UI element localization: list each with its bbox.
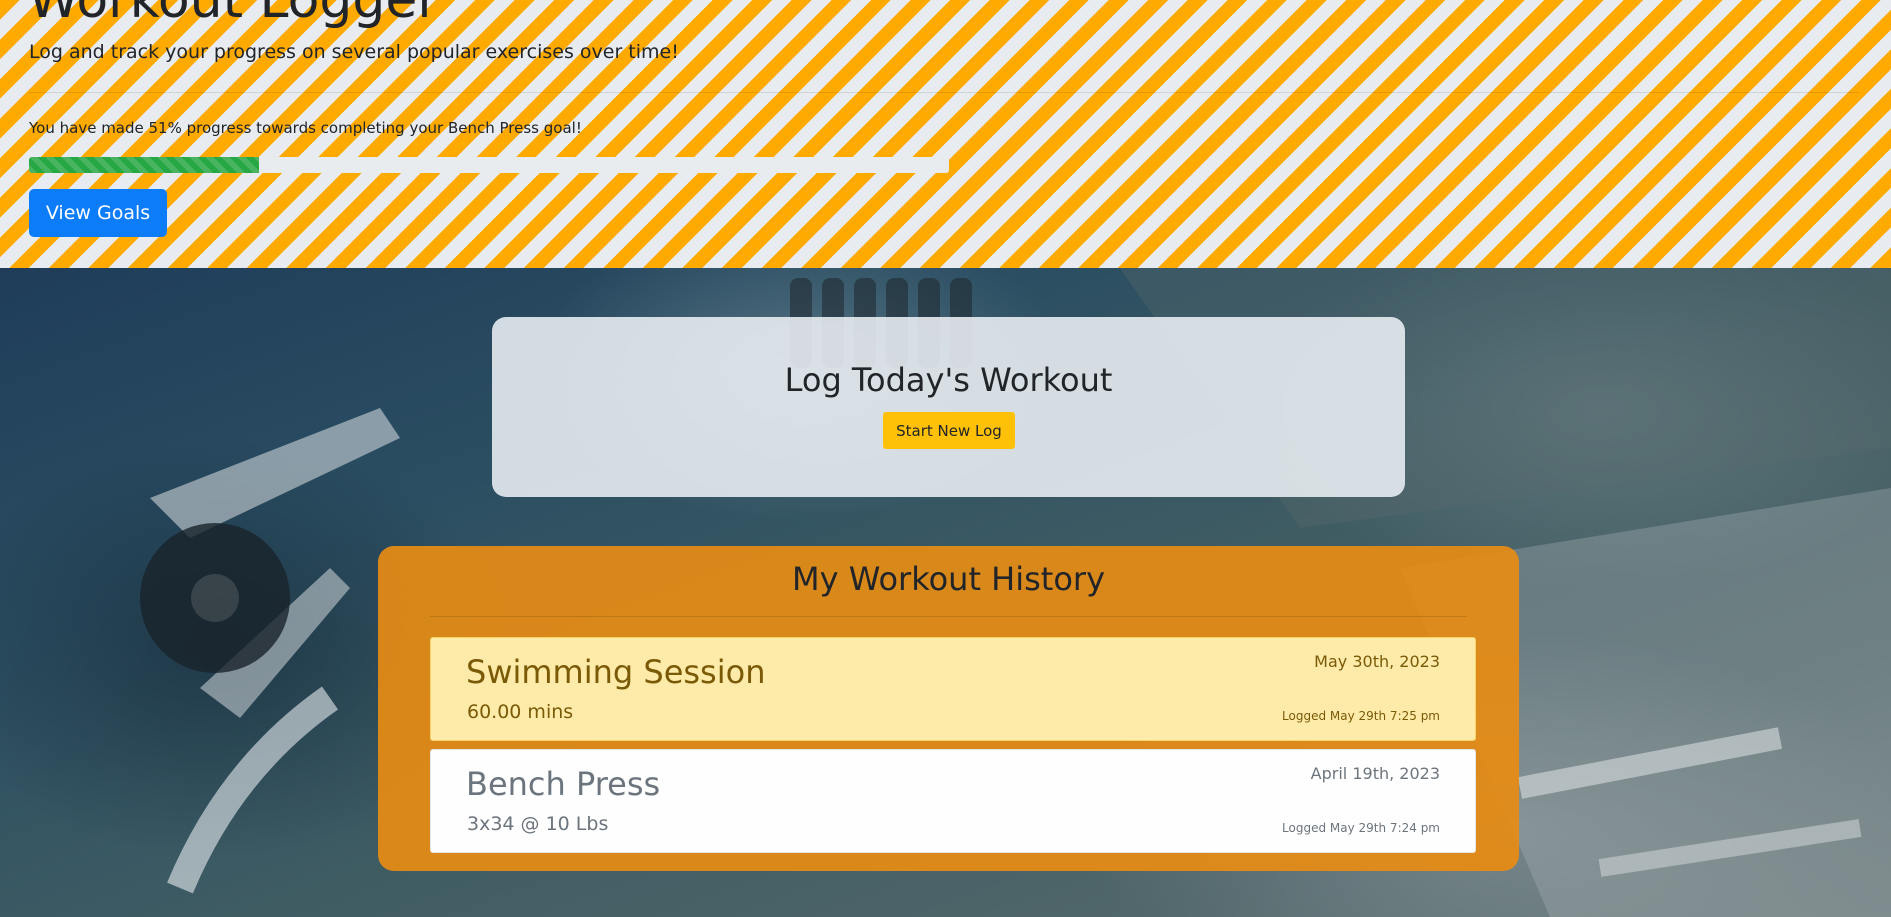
page-title: Workout Logger — [28, 0, 439, 30]
log-panel-title: Log Today's Workout — [784, 361, 1113, 399]
goal-progress-text: You have made 51% progress towards compl… — [29, 119, 582, 137]
entry-logged-time: Logged May 29th 7:24 pm — [1282, 821, 1440, 835]
entry-date: May 30th, 2023 — [1314, 652, 1440, 671]
history-title: My Workout History — [791, 560, 1106, 598]
view-goals-button[interactable]: View Goals — [29, 189, 167, 237]
history-entry[interactable]: Swimming Session 60.00 mins May 30th, 20… — [430, 637, 1476, 741]
history-entry[interactable]: Bench Press 3x34 @ 10 Lbs April 19th, 20… — [430, 749, 1476, 853]
goal-progress-fill — [29, 157, 259, 173]
page-subtitle: Log and track your progress on several p… — [29, 41, 679, 63]
log-workout-panel: Log Today's Workout Start New Log — [492, 317, 1405, 497]
entry-detail: 60.00 mins — [467, 701, 574, 723]
header-divider — [29, 92, 1859, 93]
header-jumbotron: Workout Logger Log and track your progre… — [0, 0, 1891, 268]
start-new-log-button[interactable]: Start New Log — [883, 412, 1015, 449]
entry-logged-time: Logged May 29th 7:25 pm — [1282, 709, 1440, 723]
history-divider — [430, 616, 1467, 617]
entry-date: April 19th, 2023 — [1310, 764, 1440, 783]
goal-progress-bar — [29, 157, 949, 173]
workout-history-panel: My Workout History Swimming Session 60.0… — [378, 546, 1519, 871]
entry-exercise-name: Bench Press — [466, 765, 661, 803]
entry-exercise-name: Swimming Session — [466, 653, 766, 691]
entry-detail: 3x34 @ 10 Lbs — [467, 813, 609, 835]
